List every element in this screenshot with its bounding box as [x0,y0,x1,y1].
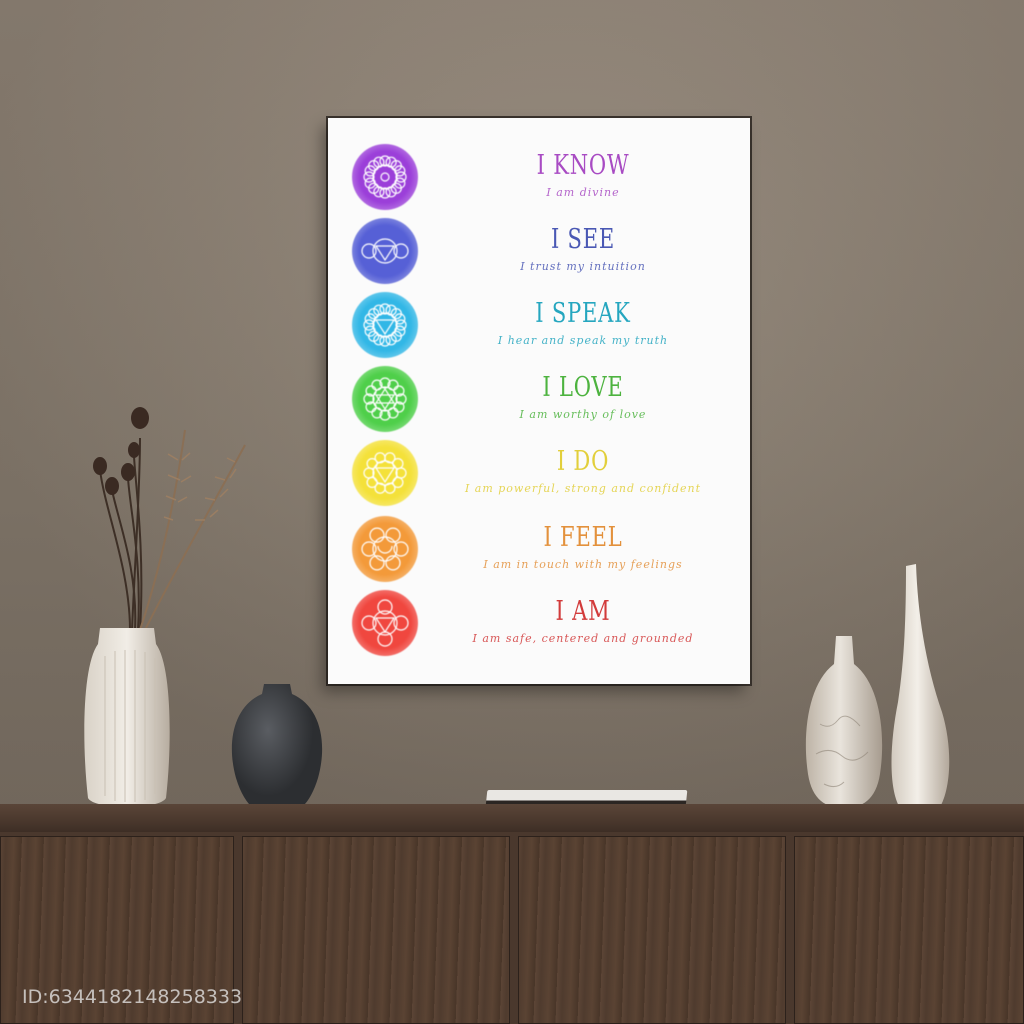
row-title: I DO [556,446,610,477]
sacral-chakra-icon [352,516,418,582]
poster-row-third-eye: I SEE I trust my intuition [328,214,750,286]
row-title: I AM [555,596,611,627]
row-subtitle: I am divine [546,186,620,199]
cabinet-top [0,804,1024,832]
cabinet-door [242,836,510,1024]
poster-row-root: I AM I am safe, centered and grounded [328,586,750,658]
cabinet-door [794,836,1024,1024]
row-subtitle: I am safe, centered and grounded [472,632,694,645]
dark-stone-vase-icon [231,684,323,816]
row-subtitle: I hear and speak my truth [497,334,669,347]
row-subtitle: I am in touch with my feelings [483,558,683,571]
row-title: I KNOW [536,150,630,181]
row-subtitle: I am powerful, strong and confident [464,482,702,495]
dried-plant-icon [93,407,246,631]
throat-chakra-icon [352,292,418,358]
row-title: I SEE [550,224,616,255]
poster-row-solar-plexus: I DO I am powerful, strong and confident [328,436,750,508]
poster-row-sacral: I FEEL I am in touch with my feelings [328,512,750,584]
cabinet-door [518,836,786,1024]
watermark-id: ID:6344182148258333 [22,986,243,1008]
chakra-poster: I KNOW I am divine I SEE I trust my intu… [328,118,750,684]
poster-row-crown: I KNOW I am divine [328,140,750,212]
heart-chakra-icon [352,366,418,432]
row-title: I LOVE [542,372,624,403]
row-subtitle: I trust my intuition [520,260,646,273]
white-ribbed-vase-icon [84,628,170,807]
crown-chakra-icon [352,144,418,210]
poster-row-heart: I LOVE I am worthy of love [328,362,750,434]
poster-row-throat: I SPEAK I hear and speak my truth [328,288,750,360]
solar-plexus-chakra-icon [352,440,418,506]
row-title: I FEEL [543,522,623,553]
root-chakra-icon [352,590,418,656]
tall-slender-vase-icon [891,564,950,815]
row-title: I SPEAK [535,298,631,329]
third-eye-chakra-icon [352,218,418,284]
row-subtitle: I am worthy of love [519,408,647,421]
textured-bottle-vase-icon [805,636,883,808]
